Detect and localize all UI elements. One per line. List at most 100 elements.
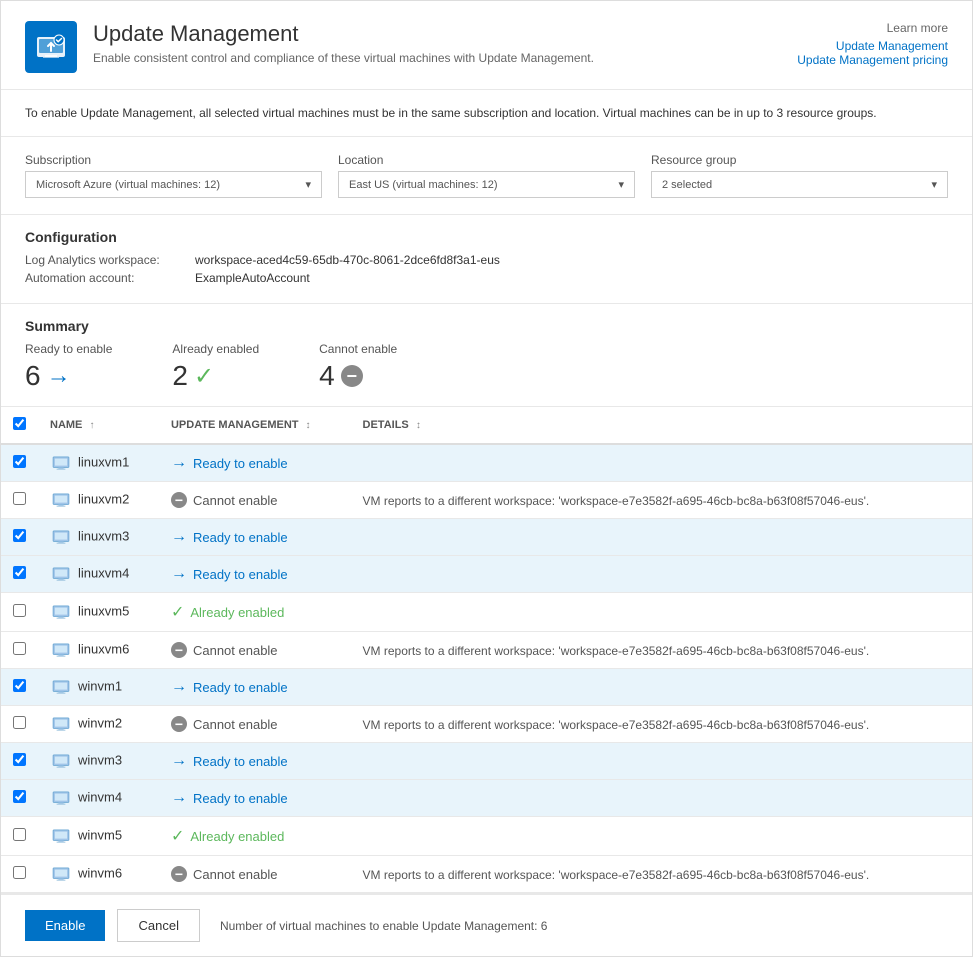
status-cannot: −Cannot enable [171,716,339,732]
subscription-dropdown[interactable]: Microsoft Azure (virtual machines: 12) ▾ [25,171,322,198]
subscription-value: Microsoft Azure (virtual machines: 12) [36,179,220,191]
select-all-header[interactable] [1,407,38,444]
vm-status-cell: −Cannot enable [159,856,351,893]
details-sort-icon[interactable]: ↕ [416,420,421,431]
checkbox-winvm3[interactable] [13,753,26,766]
name-sort-icon[interactable]: ↑ [89,420,94,431]
page-subtitle: Enable consistent control and compliance… [93,51,594,65]
checkbox-winvm4[interactable] [13,790,26,803]
vm-name-cell: linuxvm4 [38,556,159,593]
vm-name-cell: winvm3 [38,743,159,780]
table-row: linuxvm3→Ready to enable [1,519,972,556]
ready-count: 6 [25,360,41,392]
configuration-section: Configuration Log Analytics workspace: w… [1,215,972,304]
vm-icon [50,491,72,509]
details-column-header: DETAILS ↕ [351,407,972,444]
header-text-block: Update Management Enable consistent cont… [93,21,594,73]
vm-name-label: winvm1 [78,678,122,693]
vm-details-text: VM reports to a different workspace: 'wo… [363,644,870,658]
location-chevron: ▾ [618,178,624,191]
row-checkbox-cell[interactable] [1,817,38,856]
status-ready: →Ready to enable [171,454,339,472]
status-minus-icon: − [171,716,187,732]
location-dropdown[interactable]: East US (virtual machines: 12) ▾ [338,171,635,198]
resource-group-dropdown[interactable]: 2 selected ▾ [651,171,948,198]
row-checkbox-cell[interactable] [1,556,38,593]
row-checkbox-cell[interactable] [1,669,38,706]
row-checkbox-cell[interactable] [1,444,38,482]
checkbox-winvm6[interactable] [13,866,26,879]
vm-details-cell: VM reports to a different workspace: 'wo… [351,482,972,519]
vm-name-cell: linuxvm1 [38,444,159,482]
status-text: Ready to enable [193,754,288,769]
update-sort-icon[interactable]: ↕ [306,420,311,431]
status-ready: →Ready to enable [171,789,339,807]
status-cannot: −Cannot enable [171,492,339,508]
summary-section: Summary Ready to enable 6 → Already enab… [1,304,972,407]
checkbox-linuxvm3[interactable] [13,529,26,542]
workspace-row: Log Analytics workspace: workspace-aced4… [25,253,948,267]
status-text: Cannot enable [193,643,278,658]
status-cannot: −Cannot enable [171,642,339,658]
details-col-label: DETAILS [363,419,409,431]
vm-details-text: VM reports to a different workspace: 'wo… [363,868,870,882]
vm-name-label: linuxvm4 [78,565,129,580]
status-ready: →Ready to enable [171,565,339,583]
row-checkbox-cell[interactable] [1,780,38,817]
vm-status-cell: → Ready to enable [159,743,351,780]
vm-table-section: NAME ↑ UPDATE MANAGEMENT ↕ DETAILS ↕ [1,407,972,893]
row-checkbox-cell[interactable] [1,593,38,632]
vm-name-cell: winvm5 [38,817,159,856]
subscription-chevron: ▾ [305,178,311,191]
checkbox-linuxvm2[interactable] [13,492,26,505]
automation-label: Automation account: [25,271,195,285]
vm-name-label: winvm4 [78,789,122,804]
select-all-checkbox[interactable] [13,417,26,430]
vm-details-cell [351,519,972,556]
cannot-enable-summary: Cannot enable 4 − [319,342,397,392]
vm-icon [50,752,72,770]
ready-label: Ready to enable [25,342,112,356]
enabled-count: 2 [172,360,188,392]
vm-name-label: winvm5 [78,827,122,842]
vm-name-label: winvm6 [78,865,122,880]
vm-status-cell: →Ready to enable [159,669,351,706]
vm-details-text: VM reports to a different workspace: 'wo… [363,718,870,732]
automation-value: ExampleAutoAccount [195,271,310,285]
table-row: linuxvm5✓Already enabled [1,593,972,632]
subscription-dropdown-group: Subscription Microsoft Azure (virtual ma… [25,153,322,198]
row-checkbox-cell[interactable] [1,482,38,519]
table-row: winvm5✓Already enabled [1,817,972,856]
status-arrow-icon: → [171,528,187,546]
checkbox-linuxvm6[interactable] [13,642,26,655]
status-ready: →Ready to enable [171,678,339,696]
vm-details-cell [351,743,972,780]
status-enabled: ✓Already enabled [171,602,339,622]
checkbox-linuxvm1[interactable] [13,455,26,468]
vm-details-cell [351,593,972,632]
row-checkbox-cell[interactable] [1,743,38,780]
vm-icon [50,454,72,472]
checkbox-winvm1[interactable] [13,679,26,692]
cancel-button[interactable]: Cancel [117,909,199,942]
page-title: Update Management [93,21,594,47]
learn-more-label: Learn more [797,21,948,35]
checkbox-linuxvm4[interactable] [13,566,26,579]
status-cannot: −Cannot enable [171,866,339,882]
status-text: Ready to enable [193,680,288,695]
update-management-link[interactable]: Update Management [797,39,948,53]
checkbox-winvm5[interactable] [13,828,26,841]
status-arrow-icon: → [171,752,187,770]
checkbox-winvm2[interactable] [13,716,26,729]
row-checkbox-cell[interactable] [1,519,38,556]
table-header-row: NAME ↑ UPDATE MANAGEMENT ↕ DETAILS ↕ [1,407,972,444]
row-checkbox-cell[interactable] [1,706,38,743]
vm-icon [50,789,72,807]
location-value: East US (virtual machines: 12) [349,179,498,191]
enable-button[interactable]: Enable [25,910,105,941]
row-checkbox-cell[interactable] [1,632,38,669]
update-management-pricing-link[interactable]: Update Management pricing [797,53,948,67]
row-checkbox-cell[interactable] [1,856,38,893]
checkbox-linuxvm5[interactable] [13,604,26,617]
configuration-title: Configuration [25,229,948,245]
